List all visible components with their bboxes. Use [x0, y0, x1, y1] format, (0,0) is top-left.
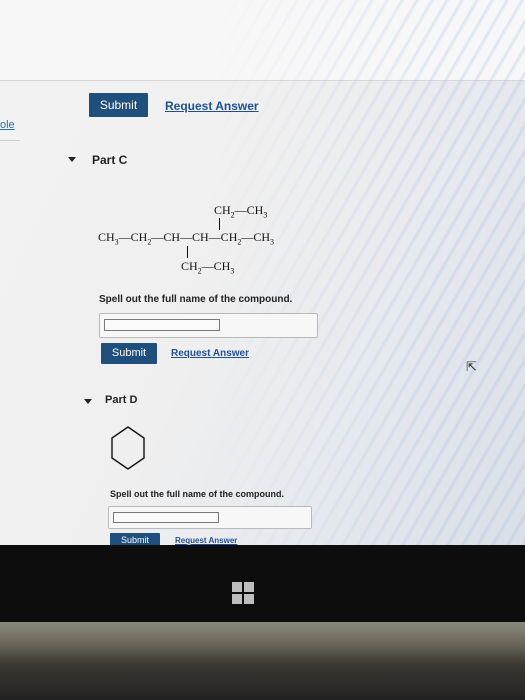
- collapse-arrow-icon[interactable]: [68, 157, 76, 162]
- cyclohexane-ring-icon: [111, 426, 145, 470]
- part-d-label[interactable]: Part D: [105, 394, 137, 406]
- part-d-answer-input[interactable]: [113, 512, 219, 523]
- bottom-branch: CH2—CH3: [181, 259, 235, 276]
- divider: [0, 80, 525, 81]
- top-band: [0, 0, 525, 80]
- part-d-request-answer-link[interactable]: Request Answer: [175, 536, 237, 545]
- part-d-submit-button[interactable]: Submit: [110, 533, 160, 545]
- bond-line: [187, 246, 188, 258]
- submit-button[interactable]: Submit: [89, 93, 148, 117]
- bond-line: [219, 218, 220, 230]
- screen-moire: [0, 0, 525, 545]
- top-branch: CH2—CH3: [214, 203, 268, 220]
- request-answer-link[interactable]: Request Answer: [165, 99, 259, 113]
- main-chain: CH3—CH2—CH—CH—CH2—CH3: [98, 230, 275, 247]
- part-d-prompt: Spell out the full name of the compound.: [110, 489, 284, 499]
- part-c-answer-field[interactable]: [99, 313, 318, 338]
- part-c-request-answer-link[interactable]: Request Answer: [171, 348, 249, 359]
- part-d-answer-field[interactable]: [108, 506, 312, 529]
- part-c-label[interactable]: Part C: [92, 153, 127, 167]
- mouse-cursor-icon: ⇱: [466, 359, 477, 374]
- part-c-submit-button[interactable]: Submit: [101, 343, 157, 364]
- collapse-arrow-icon[interactable]: [84, 399, 92, 404]
- laptop-screen: ole Submit Request Answer Part C CH2—CH3…: [0, 0, 525, 545]
- desk-surface: [0, 622, 525, 700]
- part-c-prompt: Spell out the full name of the compound.: [99, 294, 293, 305]
- windows-logo-icon[interactable]: [232, 582, 254, 604]
- side-link[interactable]: ole: [0, 119, 15, 131]
- laptop-bezel: [0, 545, 525, 630]
- divider: [0, 140, 20, 141]
- part-c-answer-input[interactable]: [104, 319, 220, 331]
